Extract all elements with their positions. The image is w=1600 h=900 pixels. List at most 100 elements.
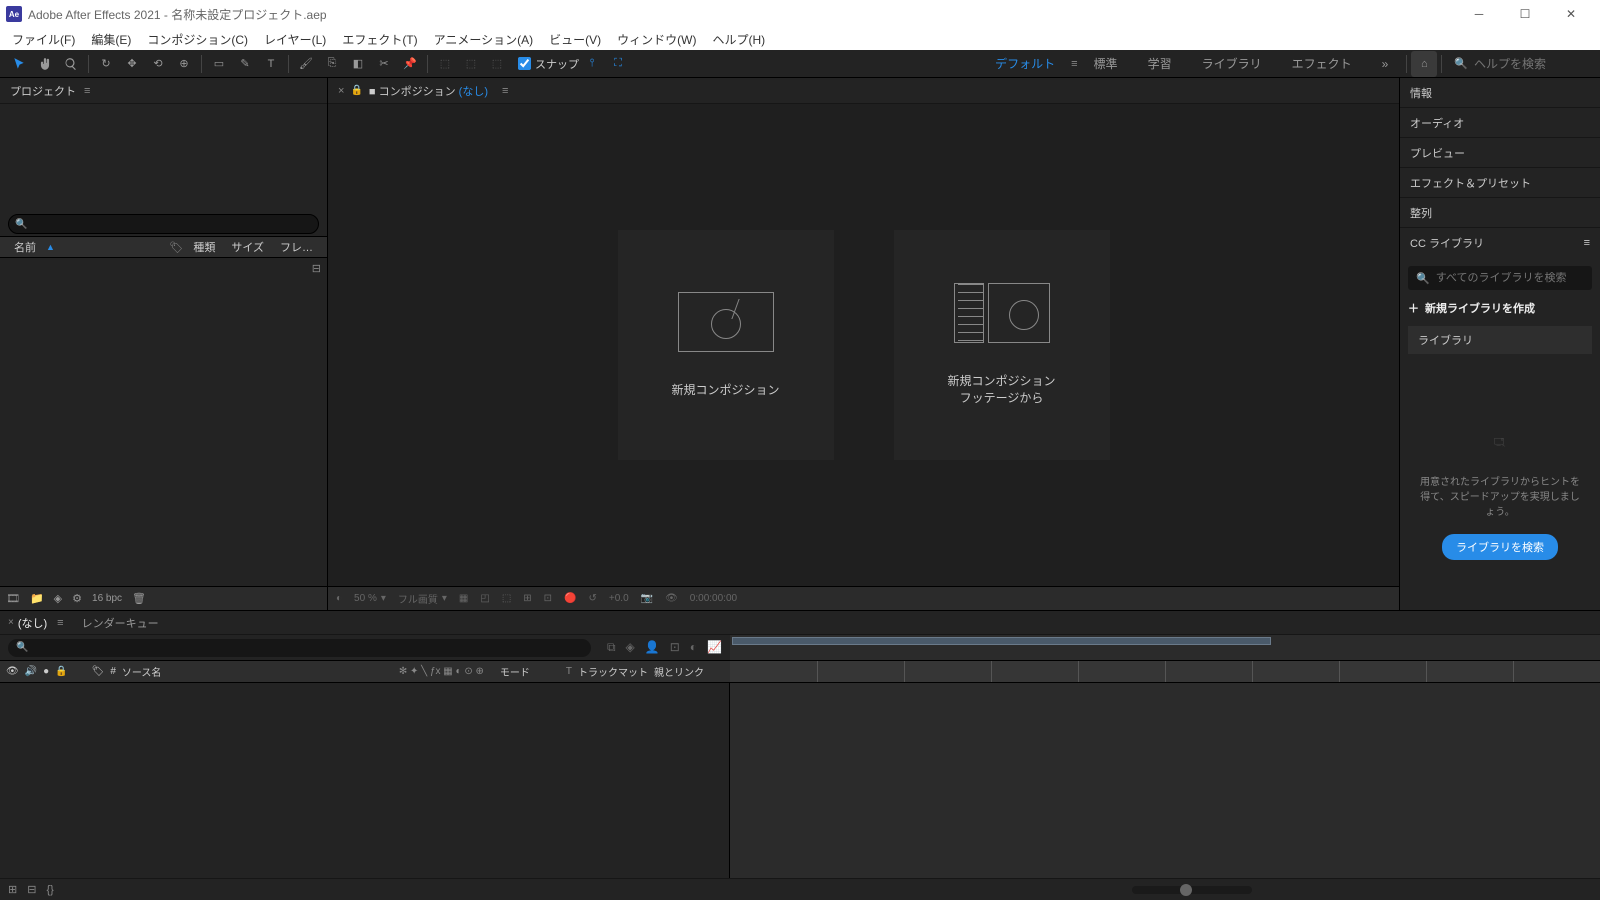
eraser-tool[interactable]: ◧ bbox=[345, 51, 371, 77]
panel-align[interactable]: 整列 bbox=[1400, 198, 1600, 228]
snapshot-icon[interactable]: 📷 bbox=[641, 593, 653, 604]
magnification[interactable]: 50 % ▾ bbox=[354, 593, 386, 604]
panel-audio[interactable]: オーディオ bbox=[1400, 108, 1600, 138]
resolution[interactable]: フル画質 ▾ bbox=[398, 591, 447, 606]
panel-preview[interactable]: プレビュー bbox=[1400, 138, 1600, 168]
adjust-icon[interactable]: ⚙ bbox=[72, 592, 82, 605]
graph-editor-icon[interactable]: 📈 bbox=[707, 640, 722, 655]
col-size[interactable]: サイズ bbox=[225, 239, 270, 255]
interpret-icon[interactable]: 🎞 bbox=[6, 592, 20, 605]
snap-option-1-icon[interactable]: ⫯ bbox=[579, 51, 605, 77]
rotate-tool[interactable]: ⟲ bbox=[145, 51, 171, 77]
comp-icon[interactable]: ◈ bbox=[54, 592, 62, 605]
reset-exposure-icon[interactable]: ↺ bbox=[589, 593, 597, 604]
ws-standard[interactable]: 標準 bbox=[1080, 51, 1132, 76]
search-library-button[interactable]: ライブラリを検索 bbox=[1442, 534, 1558, 560]
new-library-button[interactable]: ＋ 新規ライブラリを作成 bbox=[1408, 300, 1592, 316]
project-list[interactable]: ⊟ bbox=[0, 258, 327, 586]
menu-edit[interactable]: 編集(E) bbox=[83, 29, 139, 50]
col-type[interactable]: 種類 bbox=[187, 239, 221, 255]
menu-window[interactable]: ウィンドウ(W) bbox=[609, 29, 704, 50]
panel-menu-icon[interactable]: ≡ bbox=[84, 85, 90, 97]
menu-view[interactable]: ビュー(V) bbox=[541, 29, 609, 50]
project-search[interactable]: 🔍 bbox=[8, 214, 319, 234]
panel-info[interactable]: 情報 bbox=[1400, 78, 1600, 108]
menu-layer[interactable]: レイヤー(L) bbox=[256, 29, 334, 50]
new-comp-from-footage-card[interactable]: 新規コンポジションフッテージから bbox=[894, 230, 1110, 460]
ws-learn[interactable]: 学習 bbox=[1134, 51, 1186, 76]
ws-library[interactable]: ライブラリ bbox=[1188, 51, 1276, 76]
motion-blur-icon[interactable]: ◐ bbox=[690, 640, 697, 655]
maximize-button[interactable]: ☐ bbox=[1502, 0, 1548, 28]
channel-icon[interactable]: 🔴 bbox=[564, 593, 576, 604]
clone-tool[interactable]: ⎘ bbox=[319, 51, 345, 77]
frame-blend-icon[interactable]: ⊡ bbox=[670, 640, 680, 655]
time-ruler[interactable] bbox=[730, 661, 1600, 682]
folder-icon[interactable]: 📁 bbox=[30, 592, 44, 605]
help-search[interactable]: 🔍 bbox=[1454, 57, 1594, 71]
minimize-button[interactable]: ─ bbox=[1456, 0, 1502, 28]
flowchart-icon[interactable]: ⊟ bbox=[312, 262, 321, 275]
toggle-in-out-icon[interactable]: {} bbox=[46, 884, 53, 896]
rectangle-tool[interactable]: ▭ bbox=[206, 51, 232, 77]
comp-tab[interactable]: × 🔒 ■ コンポジション (なし) ≡ bbox=[328, 78, 1399, 104]
shy-icon[interactable]: 👤 bbox=[645, 640, 660, 655]
region-icon[interactable]: ⬚ bbox=[502, 593, 511, 604]
col-trackmatte[interactable]: トラックマット bbox=[578, 664, 648, 679]
anchor-tool[interactable]: ⊕ bbox=[171, 51, 197, 77]
close-tab-icon[interactable]: × bbox=[338, 85, 344, 97]
axis-view-icon[interactable]: ⬚ bbox=[484, 51, 510, 77]
grid-icon[interactable]: ⊞ bbox=[523, 593, 531, 604]
close-button[interactable]: ✕ bbox=[1548, 0, 1594, 28]
bpc-toggle[interactable]: 16 bpc bbox=[92, 593, 122, 604]
ws-default[interactable]: デフォルト bbox=[981, 51, 1069, 76]
comp-flowchart-icon[interactable]: ⧉ bbox=[607, 640, 616, 655]
render-queue-tab[interactable]: レンダーキュー bbox=[82, 615, 159, 631]
zoom-tool[interactable] bbox=[58, 51, 84, 77]
snap-checkbox[interactable] bbox=[518, 57, 531, 70]
timeline-tracks[interactable] bbox=[730, 683, 1600, 878]
home-button[interactable]: ⌂ bbox=[1411, 51, 1437, 77]
ws-overflow[interactable]: » bbox=[1368, 53, 1403, 75]
axis-local-icon[interactable]: ⬚ bbox=[432, 51, 458, 77]
show-snapshot-icon[interactable]: 👁 bbox=[665, 593, 678, 604]
col-parent[interactable]: 親とリンク bbox=[654, 664, 724, 679]
panel-menu-icon[interactable]: ≡ bbox=[502, 85, 508, 97]
brush-tool[interactable]: 🖌 bbox=[293, 51, 319, 77]
toggle-alpha-icon[interactable]: ◐ bbox=[336, 593, 342, 604]
exposure[interactable]: +0.0 bbox=[609, 593, 629, 604]
lib-search-input[interactable] bbox=[1436, 272, 1584, 284]
pan-behind-tool[interactable]: ✥ bbox=[119, 51, 145, 77]
col-framerate[interactable]: フレ… bbox=[274, 239, 319, 255]
axis-world-icon[interactable]: ⬚ bbox=[458, 51, 484, 77]
snap-toggle[interactable]: スナップ bbox=[518, 56, 579, 72]
panel-cc-libraries[interactable]: CC ライブラリ ≡ bbox=[1400, 228, 1600, 258]
text-tool[interactable]: T bbox=[258, 51, 284, 77]
menu-composition[interactable]: コンポジション(C) bbox=[139, 29, 256, 50]
menu-effect[interactable]: エフェクト(T) bbox=[334, 29, 425, 50]
lock-icon[interactable]: 🔒 bbox=[350, 85, 362, 96]
timeline-search[interactable]: 🔍 bbox=[8, 639, 591, 657]
menu-animation[interactable]: アニメーション(A) bbox=[426, 29, 542, 50]
ws-effects[interactable]: エフェクト bbox=[1278, 51, 1366, 76]
panel-effects-presets[interactable]: エフェクト＆プリセット bbox=[1400, 168, 1600, 198]
menu-file[interactable]: ファイル(F) bbox=[4, 29, 83, 50]
toggle-modes-icon[interactable]: ⊟ bbox=[27, 883, 36, 896]
library-tab[interactable]: ライブラリ bbox=[1408, 326, 1592, 354]
layer-list[interactable] bbox=[0, 683, 730, 878]
col-mode[interactable]: モード bbox=[500, 664, 560, 679]
timeline-zoom-slider[interactable] bbox=[1132, 886, 1252, 894]
col-name[interactable]: 名前 bbox=[8, 239, 42, 255]
menu-help[interactable]: ヘルプ(H) bbox=[705, 29, 774, 50]
timecode[interactable]: 0:00:00:00 bbox=[690, 593, 737, 604]
draft3d-icon[interactable]: ◈ bbox=[626, 640, 635, 655]
guides-icon[interactable]: ⊡ bbox=[544, 593, 552, 604]
puppet-tool[interactable]: 📌 bbox=[397, 51, 423, 77]
trash-icon[interactable]: 🗑 bbox=[132, 592, 146, 605]
transparency-icon[interactable]: ▦ bbox=[459, 593, 468, 604]
new-composition-card[interactable]: 新規コンポジション bbox=[618, 230, 834, 460]
snap-option-2-icon[interactable]: ⛶ bbox=[605, 51, 631, 77]
panel-menu-icon[interactable]: ≡ bbox=[1584, 237, 1590, 249]
pen-tool[interactable]: ✎ bbox=[232, 51, 258, 77]
col-source[interactable]: ソース名 bbox=[122, 664, 262, 679]
